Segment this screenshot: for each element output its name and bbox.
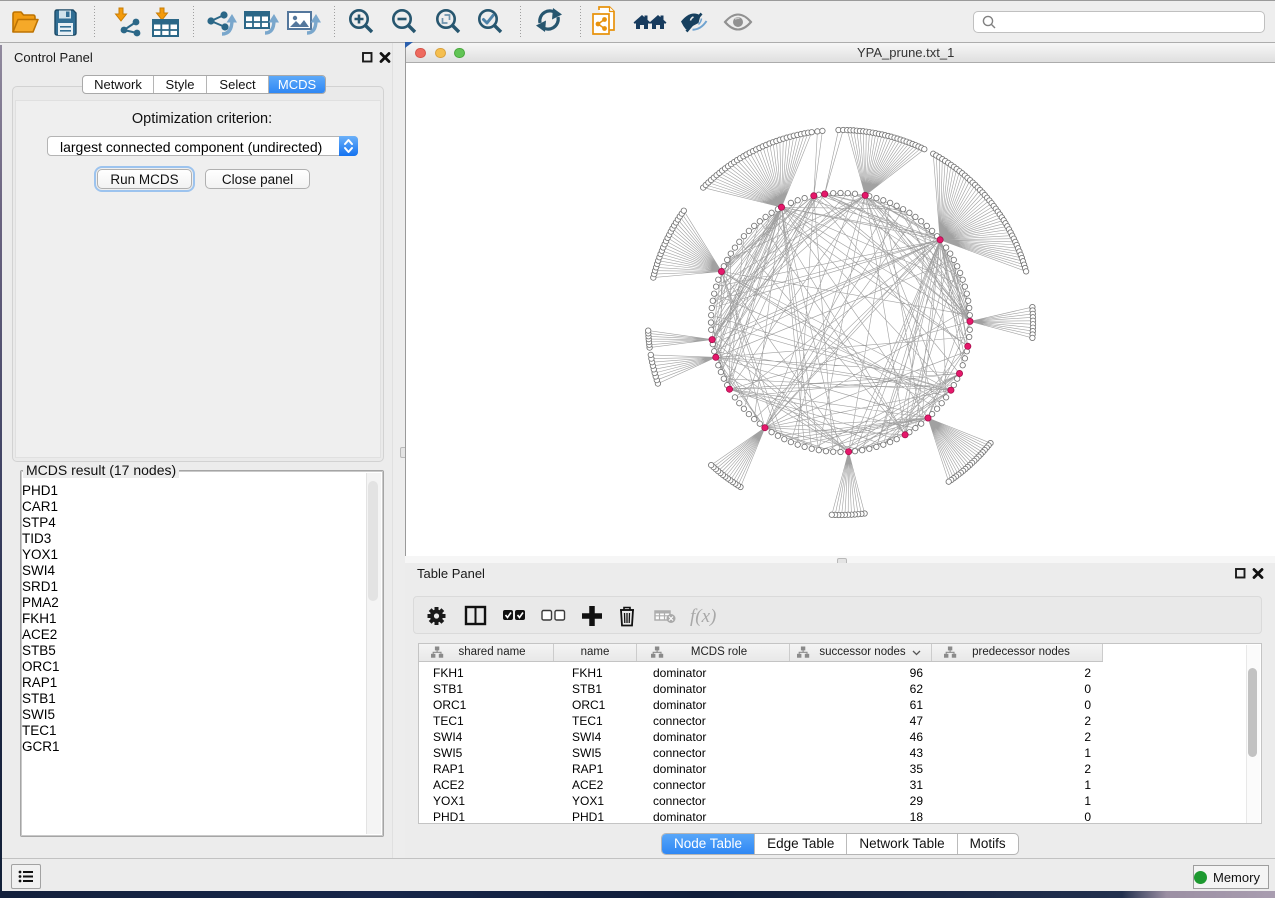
svg-text:f(x): f(x) (690, 606, 716, 627)
